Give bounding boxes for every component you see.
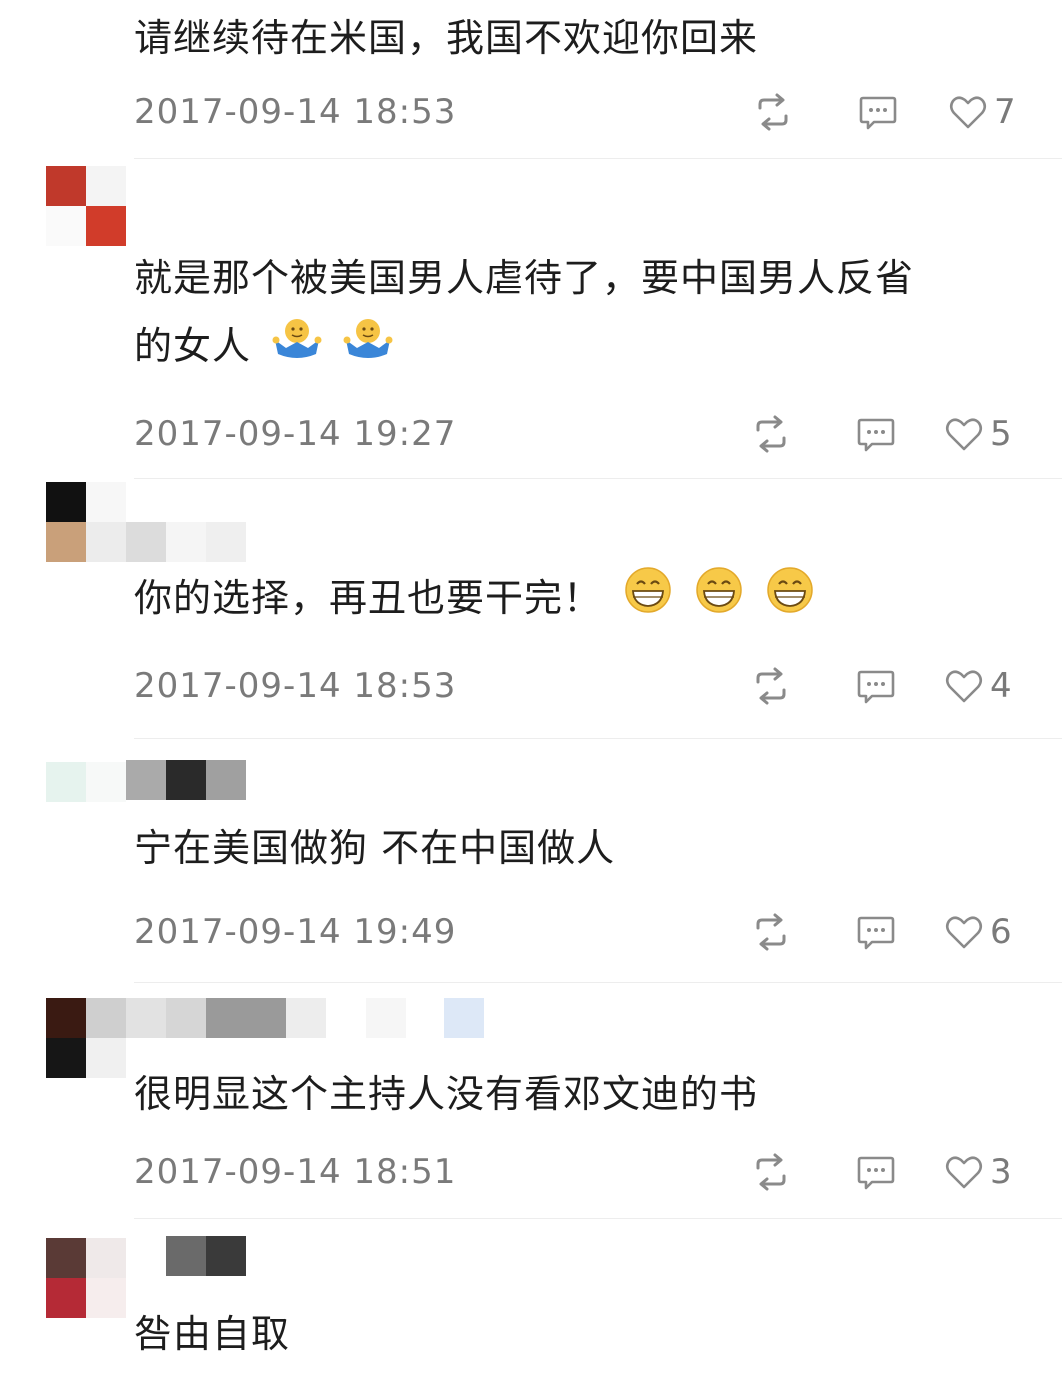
heart-icon (945, 670, 983, 703)
reply-button[interactable] (856, 666, 896, 706)
username[interactable] (86, 998, 486, 1038)
avatar[interactable] (46, 1238, 126, 1318)
like-count: 5 (990, 414, 1012, 454)
repost-button[interactable] (750, 912, 792, 952)
repost-icon (756, 667, 786, 705)
repost-icon (756, 913, 786, 951)
comment-text: 请继续待在米国，我国不欢迎你回来 (134, 16, 759, 60)
repost-icon (756, 1153, 786, 1191)
heart-icon (949, 96, 987, 129)
divider (134, 478, 1062, 479)
comment-icon (857, 670, 895, 704)
heart-icon (945, 916, 983, 949)
like-button[interactable]: 6 (944, 912, 1012, 952)
comment-icon (857, 418, 895, 452)
comment-icon (857, 916, 895, 950)
like-button[interactable]: 3 (944, 1152, 1012, 1192)
comment-meta: 2017-09-14 19:27 5 (134, 412, 1014, 456)
divider (134, 982, 1062, 983)
reply-button[interactable] (856, 912, 896, 952)
divider (134, 1218, 1062, 1219)
comment-timestamp: 2017-09-14 18:53 (134, 666, 457, 706)
comment-timestamp: 2017-09-14 19:27 (134, 414, 457, 454)
comment-meta: 2017-09-14 18:51 3 (134, 1150, 1014, 1194)
grin-emoji (765, 565, 815, 636)
like-count: 3 (990, 1152, 1012, 1192)
repost-button[interactable] (752, 92, 794, 132)
comment-text: 宁在美国做狗 不在中国做人 (134, 826, 616, 870)
comment-meta: 2017-09-14 18:53 4 (134, 664, 1014, 708)
grin-emoji (623, 565, 673, 636)
comment-text-line: 就是那个被美国男人虐待了，要中国男人反省 (134, 256, 915, 300)
like-button[interactable]: 7 (948, 92, 1016, 132)
comment-text-line-2: 的女人 (134, 312, 1034, 383)
heart-icon (945, 1156, 983, 1189)
shrug-emoji (343, 315, 393, 383)
like-count: 6 (990, 912, 1012, 952)
like-button[interactable]: 4 (944, 666, 1012, 706)
comment-meta: 2017-09-14 18:53 7 (134, 90, 1016, 134)
comment-text: 你的选择，再丑也要干完！ (134, 564, 1034, 636)
comment-timestamp: 2017-09-14 18:53 (134, 92, 457, 132)
reply-button[interactable] (856, 1152, 896, 1192)
reply-button[interactable] (858, 92, 898, 132)
shrug-emoji (272, 315, 322, 383)
comment-timestamp: 2017-09-14 19:49 (134, 912, 457, 952)
reply-button[interactable] (856, 414, 896, 454)
comment-text-line-text: 的女人 (134, 324, 252, 368)
repost-button[interactable] (750, 414, 792, 454)
username[interactable] (86, 522, 246, 562)
comment-icon (857, 1156, 895, 1190)
username[interactable] (166, 1236, 246, 1276)
repost-icon (758, 93, 788, 131)
comment-icon (859, 96, 897, 130)
comment-text: 很明显这个主持人没有看邓文迪的书 (134, 1072, 759, 1116)
like-count: 4 (990, 666, 1012, 706)
divider (134, 738, 1062, 739)
username[interactable] (126, 760, 246, 800)
like-count: 7 (994, 92, 1016, 132)
repost-icon (756, 415, 786, 453)
comment-text: 咎由自取 (134, 1312, 291, 1356)
comment-timestamp: 2017-09-14 18:51 (134, 1152, 457, 1192)
repost-button[interactable] (750, 1152, 792, 1192)
repost-button[interactable] (750, 666, 792, 706)
grin-emoji (694, 565, 744, 636)
comment-text: 就是那个被美国男人虐待了，要中国男人反省 的女人 (134, 244, 1034, 383)
like-button[interactable]: 5 (944, 414, 1012, 454)
comment-meta: 2017-09-14 19:49 6 (134, 910, 1014, 954)
avatar[interactable] (46, 166, 126, 246)
comment-text-content: 你的选择，再丑也要干完！ (134, 576, 603, 620)
divider (134, 158, 1062, 159)
heart-icon (945, 418, 983, 451)
avatar[interactable] (46, 762, 126, 842)
